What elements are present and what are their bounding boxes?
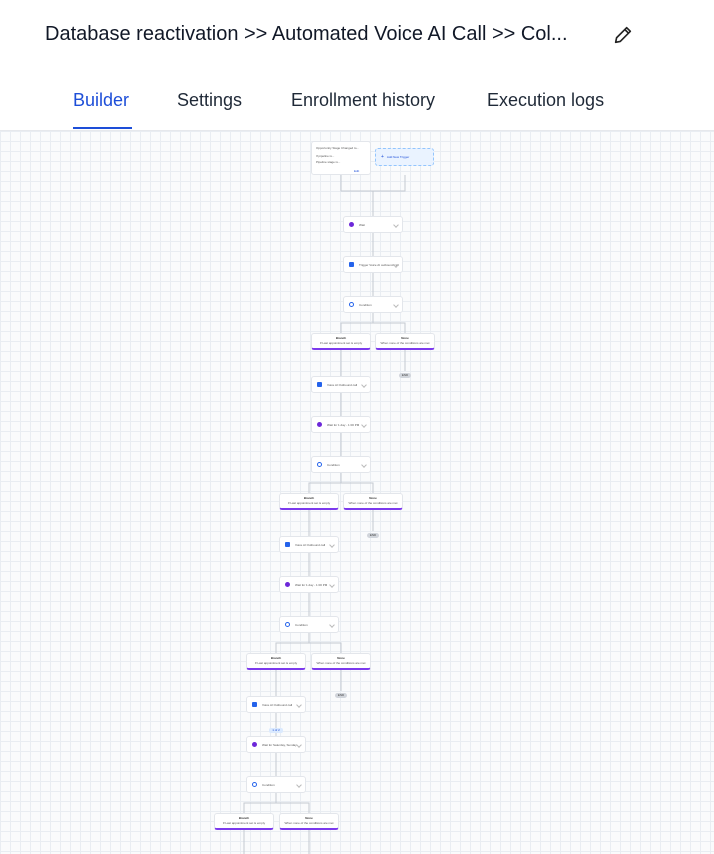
step-label: Condition bbox=[359, 302, 372, 307]
tab-execution-logs[interactable]: Execution logs bbox=[487, 88, 604, 112]
step-label: Condition bbox=[262, 782, 275, 787]
chevron-down-icon bbox=[329, 622, 335, 628]
step-label: Wait for 1 day - 1:00 PM bbox=[327, 422, 360, 427]
branch-card[interactable]: Branch If Last appointment set is empty bbox=[311, 333, 371, 350]
chevron-down-icon bbox=[296, 782, 302, 788]
workflow-step[interactable]: Condition bbox=[246, 776, 306, 793]
branch-card[interactable]: Branch If Last appointment set is empty bbox=[214, 813, 274, 830]
chevron-down-icon bbox=[393, 222, 399, 228]
branch-card[interactable]: Branch If Last appointment set is empty bbox=[279, 493, 339, 510]
step-label: Condition bbox=[295, 622, 308, 627]
workflow-step[interactable]: Wait for 1 day - 1:00 PM bbox=[279, 576, 339, 593]
trigger-line: Pipeline stage is... bbox=[316, 160, 341, 164]
trigger-edit-link[interactable]: Edit bbox=[354, 169, 359, 173]
condition-icon bbox=[252, 782, 257, 787]
branch-desc: If Last appointment set is empty bbox=[254, 661, 298, 665]
branch-desc: When none of the conditions are met bbox=[316, 661, 366, 665]
branch-card[interactable]: None When none of the conditions are met bbox=[343, 493, 403, 510]
branch-title: Branch bbox=[270, 656, 282, 660]
trigger-line: If pipeline is... bbox=[316, 154, 335, 158]
trigger-card[interactable]: Opportunity Stage Changed to... If pipel… bbox=[311, 141, 371, 175]
condition-icon bbox=[285, 622, 290, 627]
branch-card[interactable]: None When none of the conditions are met bbox=[279, 813, 339, 830]
chevron-down-icon bbox=[361, 462, 367, 468]
chevron-down-icon bbox=[296, 702, 302, 708]
branch-title: Branch bbox=[303, 496, 315, 500]
phone-icon bbox=[285, 542, 290, 547]
tab-bar: Builder Settings Enrollment history Exec… bbox=[0, 70, 714, 131]
workflow-step[interactable]: Condition bbox=[343, 296, 403, 313]
chevron-down-icon bbox=[361, 422, 367, 428]
workflow-header: Database reactivation >> Automated Voice… bbox=[0, 0, 714, 71]
branch-desc: When none of the conditions are met bbox=[380, 341, 430, 345]
clock-icon bbox=[349, 222, 354, 227]
phone-icon bbox=[317, 382, 322, 387]
end-pill: END bbox=[399, 373, 411, 378]
branch-title: Branch bbox=[335, 336, 347, 340]
workflow-step[interactable]: Voice AI Outbound call bbox=[311, 376, 371, 393]
step-label: Voice AI Outbound call bbox=[262, 702, 293, 707]
add-trigger-label: Add New Trigger bbox=[386, 155, 410, 159]
stats-chip[interactable]: 1 of 2 bbox=[269, 728, 283, 733]
branch-desc: When none of the conditions are met bbox=[284, 821, 334, 825]
branch-desc: If Last appointment set is empty bbox=[319, 341, 363, 345]
step-label: Voice AI Outbound call bbox=[295, 542, 326, 547]
branch-title: None bbox=[305, 816, 313, 820]
trigger-line: Opportunity Stage Changed to... bbox=[316, 146, 360, 150]
workflow-step[interactable]: Wait for Saturday, Sunday bbox=[246, 736, 306, 753]
tab-enrollment-history[interactable]: Enrollment history bbox=[291, 88, 435, 112]
step-label: Wait for 1 day - 1:00 PM bbox=[295, 582, 328, 587]
workflow-step[interactable]: Condition bbox=[311, 456, 371, 473]
branch-title: Branch bbox=[238, 816, 250, 820]
workflow-step[interactable]: Wait bbox=[343, 216, 403, 233]
tab-builder[interactable]: Builder bbox=[73, 88, 129, 112]
clock-icon bbox=[252, 742, 257, 747]
step-label: Voice AI Outbound call bbox=[327, 382, 358, 387]
condition-icon bbox=[349, 302, 354, 307]
plus-icon: + bbox=[381, 154, 384, 160]
pencil-icon bbox=[614, 26, 632, 44]
condition-icon bbox=[317, 462, 322, 467]
branch-card[interactable]: None When none of the conditions are met bbox=[311, 653, 371, 670]
branch-title: None bbox=[401, 336, 409, 340]
clock-icon bbox=[317, 422, 322, 427]
end-pill: END bbox=[367, 533, 379, 538]
branch-card[interactable]: Branch If Last appointment set is empty bbox=[246, 653, 306, 670]
branch-desc: If Last appointment set is empty bbox=[222, 821, 266, 825]
workflow-title: Database reactivation >> Automated Voice… bbox=[45, 23, 568, 45]
workflow-canvas[interactable]: Opportunity Stage Changed to... If pipel… bbox=[0, 131, 714, 854]
phone-icon bbox=[349, 262, 354, 267]
branch-title: None bbox=[337, 656, 345, 660]
end-pill: END bbox=[335, 693, 347, 698]
chevron-down-icon bbox=[361, 382, 367, 388]
chevron-down-icon bbox=[329, 542, 335, 548]
phone-icon bbox=[252, 702, 257, 707]
branch-desc: When none of the conditions are met bbox=[348, 501, 398, 505]
branch-desc: If Last appointment set is empty bbox=[287, 501, 331, 505]
step-label: Condition bbox=[327, 462, 340, 467]
workflow-step[interactable]: Voice AI Outbound call bbox=[246, 696, 306, 713]
tab-settings[interactable]: Settings bbox=[177, 88, 242, 112]
workflow-step[interactable]: Voice AI Outbound call bbox=[279, 536, 339, 553]
workflow-step[interactable]: Condition bbox=[279, 616, 339, 633]
active-tab-indicator bbox=[73, 127, 132, 129]
clock-icon bbox=[285, 582, 290, 587]
edit-title-button[interactable] bbox=[610, 22, 636, 48]
workflow-step[interactable]: Trigger Voice AI outbound call bbox=[343, 256, 403, 273]
step-label: Wait for Saturday, Sunday bbox=[262, 742, 297, 747]
add-trigger-button[interactable]: + Add New Trigger bbox=[375, 148, 434, 166]
chevron-down-icon bbox=[393, 302, 399, 308]
branch-title: None bbox=[369, 496, 377, 500]
step-label: Wait bbox=[359, 222, 365, 227]
workflow-step[interactable]: Wait for 1 day - 1:00 PM bbox=[311, 416, 371, 433]
chevron-down-icon bbox=[329, 582, 335, 588]
chevron-down-icon bbox=[296, 742, 302, 748]
branch-card[interactable]: None When none of the conditions are met bbox=[375, 333, 435, 350]
